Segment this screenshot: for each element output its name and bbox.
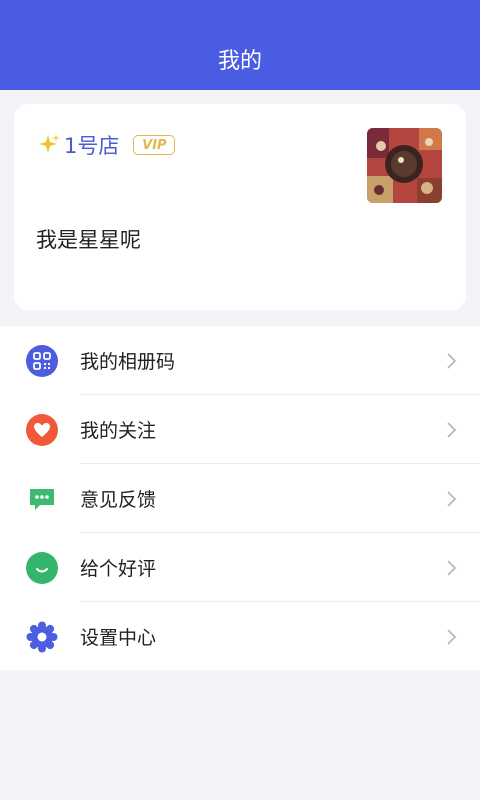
vip-badge: VIP [133,135,176,155]
menu-item-settings[interactable]: 设置中心 [0,602,480,671]
sparkle-icon [39,134,60,153]
chevron-right-icon [447,628,457,645]
menu-item-label: 意见反馈 [80,489,157,511]
smile-icon [26,551,58,584]
menu-item-label: 我的关注 [80,420,157,442]
gear-icon [26,621,58,653]
avatar-image [367,128,442,203]
menu-list: 我的相册码 我的关注 意见反馈 给个好评 设置中心 [0,326,480,670]
chevron-right-icon [447,559,457,576]
chevron-right-icon [447,490,457,507]
menu-item-label: 给个好评 [80,558,157,580]
heart-icon [26,413,58,446]
app-header: 我的 [0,0,480,90]
menu-item-label: 我的相册码 [80,351,176,373]
chevron-right-icon [447,421,457,438]
menu-item-feedback[interactable]: 意见反馈 [0,464,480,533]
chevron-right-icon [447,352,457,369]
menu-item-following[interactable]: 我的关注 [0,395,480,464]
chat-bubble-icon [26,483,58,515]
menu-item-album-code[interactable]: 我的相册码 [0,326,480,395]
menu-item-rate-us[interactable]: 给个好评 [0,533,480,602]
store-name: 1号店 [64,134,120,158]
nickname: 我是星星呢 [36,228,141,252]
profile-card[interactable]: 1号店 VIP 我是星星呢 [14,104,466,310]
page-title: 我的 [217,49,262,74]
qr-code-icon [26,344,58,377]
avatar[interactable] [367,128,442,203]
menu-item-label: 设置中心 [80,627,157,649]
store-row: 1号店 VIP [36,130,176,160]
